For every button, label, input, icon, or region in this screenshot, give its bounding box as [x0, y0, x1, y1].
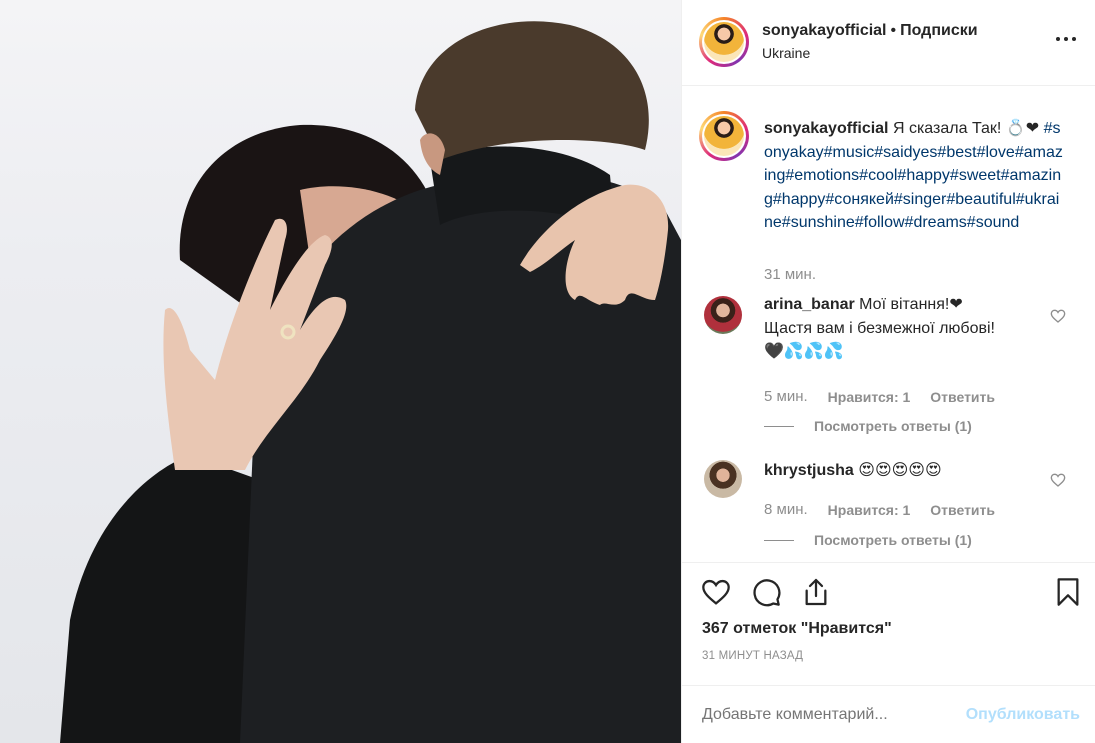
comment-line-3: 🖤💦💦💦 [764, 343, 844, 360]
comment-line-1: 😍😍😍😍😍 [858, 462, 942, 479]
comment-username[interactable]: arina_banar [764, 296, 855, 313]
location-link[interactable]: Ukraine [762, 45, 810, 61]
comments-list[interactable]: sonyakayofficial Я сказала Так! 💍❤ #sony… [682, 87, 1095, 563]
caption-avatar[interactable] [699, 111, 749, 161]
author-username[interactable]: sonyakayofficial [762, 22, 887, 39]
post-header: sonyakayofficial • Подписки Ukraine [682, 0, 1095, 86]
comment-line-2: Щастя вам і безмежної любові! [764, 319, 995, 337]
reply-button[interactable]: Ответить [930, 389, 995, 405]
comment-likes[interactable]: Нравится: 1 [828, 502, 911, 518]
comment-input[interactable] [702, 706, 952, 724]
commenter-avatar[interactable] [704, 296, 742, 334]
separator-dot: • [890, 22, 897, 39]
caption-time[interactable]: 31 мин. [764, 266, 816, 283]
commenter-avatar[interactable] [704, 460, 742, 498]
post-side-panel: sonyakayofficial • Подписки Ukraine sonyak… [681, 0, 1095, 743]
author-line: sonyakayofficial • Подписки [762, 22, 978, 40]
like-heart-icon[interactable] [700, 576, 732, 608]
photo-image [60, 21, 681, 743]
comment-likes[interactable]: Нравится: 1 [828, 389, 911, 405]
view-replies-button[interactable]: Посмотреть ответы (1) [764, 418, 972, 434]
follow-button[interactable]: Подписки [900, 22, 977, 39]
save-bookmark-icon[interactable] [1052, 576, 1084, 608]
view-replies-label: Посмотреть ответы (1) [814, 532, 972, 548]
share-icon[interactable] [800, 576, 832, 608]
comment-meta: 5 мин. Нравится: 1 Ответить [764, 388, 995, 405]
add-comment-bar: Опубликовать [682, 685, 1095, 743]
post-actions: 367 отметок "Нравится" 31 МИНУТ НАЗАД [682, 564, 1095, 674]
comment-time[interactable]: 5 мин. [764, 388, 808, 405]
replies-divider [764, 539, 794, 541]
more-options-icon[interactable] [1056, 34, 1080, 44]
caption-message: Я сказала Так! 💍❤ [892, 120, 1040, 137]
post-photo[interactable] [0, 0, 681, 743]
view-replies-label: Посмотреть ответы (1) [814, 418, 972, 434]
posted-timestamp[interactable]: 31 МИНУТ НАЗАД [702, 650, 803, 662]
view-replies-button[interactable]: Посмотреть ответы (1) [764, 532, 972, 548]
author-avatar[interactable] [699, 17, 749, 67]
replies-divider [764, 425, 794, 427]
comment-username[interactable]: khrystjusha [764, 462, 854, 479]
comment-text: khrystjusha 😍😍😍😍😍 [764, 459, 1044, 483]
publish-button[interactable]: Опубликовать [966, 706, 1080, 724]
comment-like-heart-icon[interactable] [1050, 308, 1066, 324]
comment-bubble-icon[interactable] [750, 576, 782, 608]
comment-line-1: Мої вітання!❤ [859, 296, 963, 313]
caption-username[interactable]: sonyakayofficial [764, 120, 889, 137]
comment-text: arina_banar Мої вітання!❤ Щастя вам і бе… [764, 293, 1044, 364]
comment-like-heart-icon[interactable] [1050, 472, 1066, 488]
comment-time[interactable]: 8 мин. [764, 501, 808, 518]
comment-meta: 8 мин. Нравится: 1 Ответить [764, 501, 995, 518]
caption-text: sonyakayofficial Я сказала Так! 💍❤ #sony… [764, 117, 1064, 235]
reply-button[interactable]: Ответить [930, 502, 995, 518]
likes-count[interactable]: 367 отметок "Нравится" [702, 620, 892, 638]
